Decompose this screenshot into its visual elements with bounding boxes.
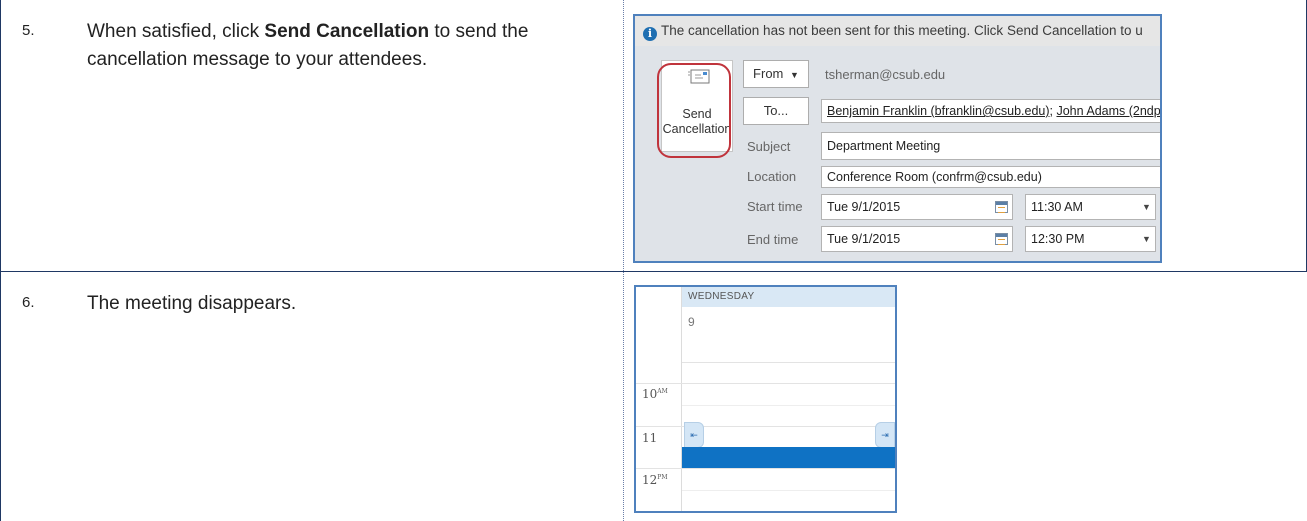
from-value: tsherman@csub.edu (825, 67, 946, 82)
step-text-start: When satisfied, click (87, 21, 265, 42)
all-day-divider (682, 362, 895, 363)
send-cancellation-button[interactable]: Send Cancellation (661, 60, 733, 152)
hour-suffix: PM (657, 474, 668, 481)
send-label-line-2: Cancellation (662, 122, 732, 136)
hour-line (636, 468, 895, 469)
info-bar-text: The cancellation has not been sent for t… (661, 23, 1143, 38)
previous-appointment-icon[interactable]: ⇤ (684, 422, 704, 448)
subject-label: Subject (747, 139, 791, 154)
column-divider (623, 0, 624, 521)
location-field[interactable]: Conference Room (confrm@csub.edu) (821, 166, 1160, 188)
location-label: Location (747, 169, 797, 184)
half-hour-line (682, 405, 895, 406)
hour-label-12: 12PM (642, 473, 667, 487)
hour-line (636, 383, 895, 384)
subject-field[interactable]: Department Meeting (821, 132, 1160, 160)
half-hour-line (682, 490, 895, 491)
to-field[interactable]: Benjamin Franklin (bfranklin@csub.edu); … (821, 99, 1160, 123)
time-gutter-divider (681, 287, 682, 511)
step-instruction: When satisfied, click Send Cancellation … (87, 18, 607, 74)
step-instruction: The meeting disappears. (87, 293, 297, 314)
hour-label-10: 10AM (642, 387, 668, 401)
hour-number: 11 (642, 431, 658, 445)
to-button[interactable]: To... (743, 97, 809, 125)
start-time-field[interactable]: 11:30 AM ▼ (1025, 194, 1156, 220)
next-appointment-icon[interactable]: ⇥ (875, 422, 895, 448)
calendar-icon[interactable] (995, 233, 1008, 245)
instruction-table: 5. When satisfied, click Send Cancellati… (0, 0, 1307, 521)
from-button-label: From (753, 66, 784, 81)
calendar-icon[interactable] (995, 201, 1008, 213)
end-time-value: 12:30 PM (1031, 232, 1085, 246)
step-number: 6. (22, 294, 35, 311)
hour-line (636, 426, 895, 427)
envelope-icon (688, 69, 710, 84)
hour-number: 10 (642, 387, 658, 401)
send-label-line-1: Send (682, 107, 712, 121)
outlook-cancellation-screenshot: i The cancellation has not been sent for … (633, 14, 1162, 263)
chevron-down-icon[interactable]: ▼ (1142, 195, 1151, 219)
start-date-value: Tue 9/1/2015 (827, 200, 901, 214)
send-cancellation-label: Send Cancellation (662, 107, 732, 137)
start-date-field[interactable]: Tue 9/1/2015 (821, 194, 1013, 220)
hour-label-11: 11 (642, 431, 657, 445)
step-text-bold: Send Cancellation (264, 21, 430, 42)
from-button[interactable]: From ▼ (743, 60, 809, 88)
step-number: 5. (22, 22, 35, 39)
hour-suffix: AM (657, 388, 668, 395)
info-icon: i (643, 27, 657, 41)
day-header[interactable]: WEDNESDAY (682, 287, 895, 307)
info-bar: i The cancellation has not been sent for … (635, 16, 1160, 46)
attendee-chip[interactable]: John Adams (2ndpresi (1056, 104, 1160, 118)
start-time-value: 11:30 AM (1031, 200, 1083, 214)
chevron-down-icon: ▼ (790, 70, 799, 80)
hour-number: 12 (642, 473, 658, 487)
attendee-chip[interactable]: Benjamin Franklin (bfranklin@csub.edu) (827, 104, 1050, 118)
chevron-down-icon[interactable]: ▼ (1142, 227, 1151, 251)
busy-time-bar[interactable] (682, 447, 895, 468)
start-time-label: Start time (747, 199, 803, 214)
end-time-label: End time (747, 232, 799, 247)
day-number: 9 (688, 315, 695, 329)
end-time-field[interactable]: 12:30 PM ▼ (1025, 226, 1156, 252)
end-date-value: Tue 9/1/2015 (827, 232, 901, 246)
end-date-field[interactable]: Tue 9/1/2015 (821, 226, 1013, 252)
calendar-day-view-screenshot: WEDNESDAY 9 10AM 11 12PM ⇤ ⇥ (634, 285, 897, 513)
